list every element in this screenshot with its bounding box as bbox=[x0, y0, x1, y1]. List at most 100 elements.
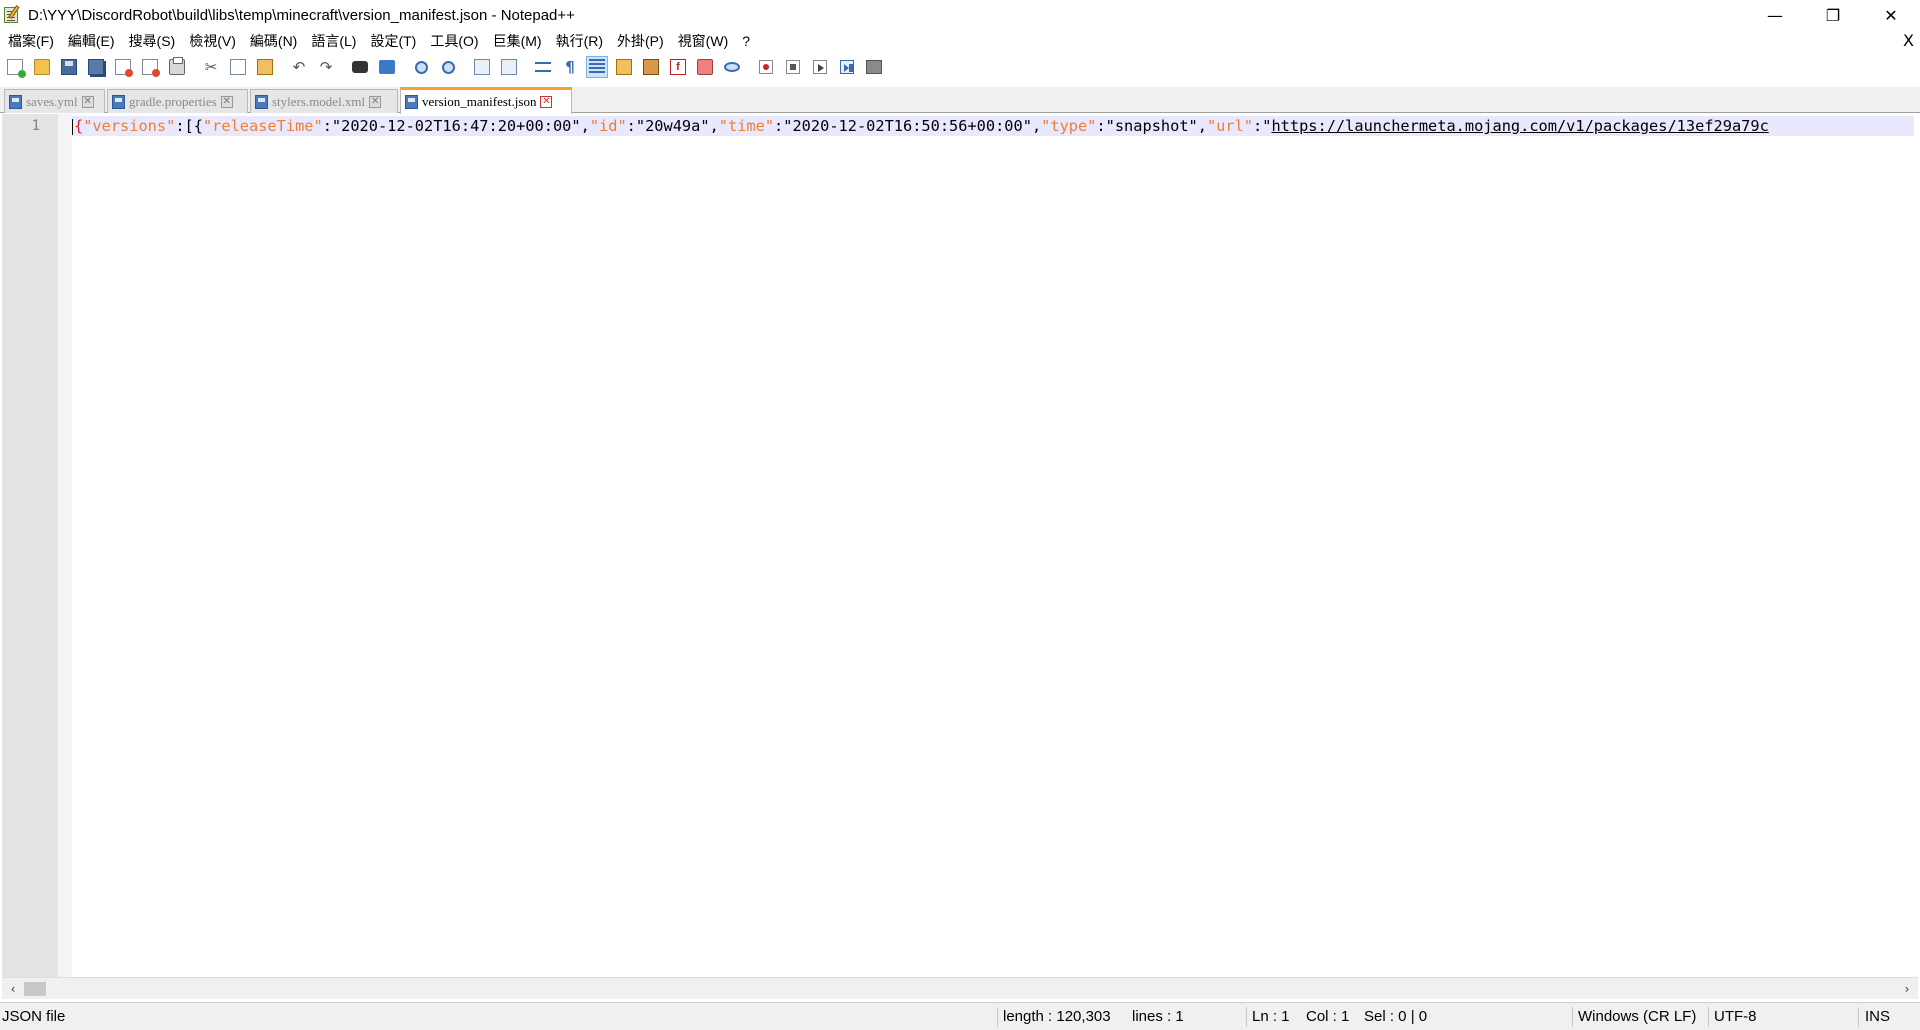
save-all-button[interactable] bbox=[85, 56, 107, 78]
menu-run[interactable]: 執行(R) bbox=[549, 30, 610, 52]
menu-edit[interactable]: 編輯(E) bbox=[61, 30, 122, 52]
function-list-button[interactable]: f bbox=[667, 56, 689, 78]
status-insert-mode[interactable]: INS bbox=[1865, 1003, 1890, 1030]
copy-icon bbox=[230, 59, 246, 75]
new-file-button[interactable] bbox=[4, 56, 26, 78]
redo-button[interactable]: ↷ bbox=[315, 56, 337, 78]
replace-icon bbox=[379, 60, 395, 74]
tab-stylers-model-xml[interactable]: stylers.model.xml ✕ bbox=[250, 89, 398, 113]
code-token: "versions" bbox=[83, 117, 176, 135]
code-token: , bbox=[1031, 117, 1042, 135]
menu-search[interactable]: 搜尋(S) bbox=[122, 30, 183, 52]
menu-macro[interactable]: 巨集(M) bbox=[486, 30, 549, 52]
record-macro-button[interactable] bbox=[755, 56, 777, 78]
line-number: 1 bbox=[31, 118, 40, 134]
menu-window[interactable]: 視窗(W) bbox=[671, 30, 736, 52]
status-length: length : 120,303 bbox=[1003, 1008, 1111, 1025]
copy-button[interactable] bbox=[227, 56, 249, 78]
close-file-icon bbox=[115, 59, 133, 77]
scroll-right-arrow-icon[interactable]: › bbox=[1898, 978, 1916, 1000]
status-column: Col : 1 bbox=[1306, 1008, 1350, 1025]
scissors-icon: ✂ bbox=[204, 58, 218, 76]
tab-gradle-properties[interactable]: gradle.properties ✕ bbox=[107, 89, 248, 113]
menu-plugins[interactable]: 外掛(P) bbox=[610, 30, 671, 52]
tab-saves-yml[interactable]: saves.yml ✕ bbox=[4, 89, 105, 113]
save-icon bbox=[61, 59, 77, 75]
tab-label: version_manifest.json bbox=[422, 94, 537, 109]
close-document-button[interactable]: X bbox=[1903, 30, 1914, 52]
fast-forward-icon bbox=[840, 60, 854, 74]
close-window-button[interactable]: ✕ bbox=[1862, 0, 1920, 30]
paste-button[interactable] bbox=[254, 56, 276, 78]
show-all-characters-button[interactable]: ¶ bbox=[559, 56, 581, 78]
status-lines: lines : 1 bbox=[1132, 1008, 1184, 1025]
cut-button[interactable]: ✂ bbox=[200, 56, 222, 78]
folder-as-workspace-button[interactable] bbox=[694, 56, 716, 78]
code-token: "time" bbox=[718, 117, 775, 135]
print-icon bbox=[169, 57, 185, 75]
tab-version-manifest-json[interactable]: version_manifest.json ✕ bbox=[400, 87, 572, 114]
code-token: , bbox=[580, 117, 590, 135]
save-button[interactable] bbox=[58, 56, 80, 78]
tab-close-icon[interactable]: ✕ bbox=[369, 95, 382, 108]
open-file-button[interactable] bbox=[31, 56, 53, 78]
tab-close-icon[interactable]: ✕ bbox=[81, 95, 94, 108]
menu-language[interactable]: 語言(L) bbox=[304, 30, 363, 52]
minimize-button[interactable]: — bbox=[1746, 0, 1804, 30]
code-line[interactable]: {"versions":[{"releaseTime":"2020-12-02T… bbox=[72, 116, 1914, 136]
scroll-left-arrow-icon[interactable]: ‹ bbox=[4, 978, 22, 1000]
menu-tools[interactable]: 工具(O) bbox=[423, 30, 485, 52]
stop-recording-button[interactable] bbox=[782, 56, 804, 78]
horizontal-scrollbar[interactable]: ‹ › bbox=[2, 977, 1918, 999]
editor-area[interactable]: 1 {"versions":[{"releaseTime":"2020-12-0… bbox=[0, 114, 1920, 977]
scrollbar-thumb[interactable] bbox=[24, 982, 46, 996]
indent-guide-icon bbox=[589, 59, 605, 75]
word-wrap-button[interactable] bbox=[532, 56, 554, 78]
undo-button[interactable]: ↶ bbox=[288, 56, 310, 78]
menu-encoding[interactable]: 編碼(N) bbox=[243, 30, 304, 52]
close-file-button[interactable] bbox=[112, 56, 134, 78]
sync-vertical-icon bbox=[474, 59, 490, 75]
zoom-out-button[interactable] bbox=[437, 56, 459, 78]
binoculars-icon bbox=[352, 61, 368, 73]
save-macro-button[interactable] bbox=[863, 56, 885, 78]
replace-button[interactable] bbox=[376, 56, 398, 78]
tab-label: stylers.model.xml bbox=[272, 93, 366, 109]
find-button[interactable] bbox=[349, 56, 371, 78]
save-macro-icon bbox=[866, 60, 882, 74]
pilcrow-icon: ¶ bbox=[565, 58, 575, 76]
restore-button[interactable]: ❐ bbox=[1804, 0, 1862, 30]
document-map-button[interactable] bbox=[640, 56, 662, 78]
status-encoding[interactable]: UTF-8 bbox=[1714, 1003, 1757, 1030]
zoom-in-button[interactable] bbox=[410, 56, 432, 78]
saved-file-icon bbox=[112, 94, 125, 109]
fold-margin[interactable] bbox=[58, 114, 72, 977]
status-divider bbox=[1246, 1007, 1247, 1027]
sync-vertical-button[interactable] bbox=[471, 56, 493, 78]
monitoring-button[interactable] bbox=[721, 56, 743, 78]
user-defined-language-button[interactable] bbox=[613, 56, 635, 78]
playback-macro-button[interactable] bbox=[809, 56, 831, 78]
menu-file[interactable]: 檔案(F) bbox=[0, 30, 61, 52]
toolbar: ✂ ↶ ↷ ¶ f bbox=[0, 53, 1920, 81]
code-token: "url" bbox=[1206, 117, 1254, 135]
status-eol-format[interactable]: Windows (CR LF) bbox=[1578, 1003, 1696, 1030]
print-button[interactable] bbox=[166, 56, 188, 78]
menu-settings[interactable]: 設定(T) bbox=[363, 30, 423, 52]
status-divider bbox=[997, 1007, 998, 1027]
run-macro-multiple-button[interactable] bbox=[836, 56, 858, 78]
menu-view[interactable]: 檢視(V) bbox=[182, 30, 243, 52]
tab-close-icon[interactable]: ✕ bbox=[220, 95, 233, 108]
indent-guide-button[interactable] bbox=[586, 56, 608, 78]
code-token: "id" bbox=[589, 117, 627, 135]
notepad-plus-plus-icon bbox=[2, 5, 22, 25]
close-all-button[interactable] bbox=[139, 56, 161, 78]
tab-close-icon[interactable]: ✕ bbox=[540, 96, 553, 108]
menu-help[interactable]: ? bbox=[735, 30, 757, 52]
undo-icon: ↶ bbox=[292, 58, 306, 76]
code-token: , bbox=[709, 117, 719, 135]
sync-horizontal-button[interactable] bbox=[498, 56, 520, 78]
status-divider bbox=[1708, 1007, 1709, 1027]
paste-icon bbox=[257, 59, 273, 75]
url-link[interactable]: https://launchermeta.mojang.com/v1/packa… bbox=[1271, 117, 1768, 135]
